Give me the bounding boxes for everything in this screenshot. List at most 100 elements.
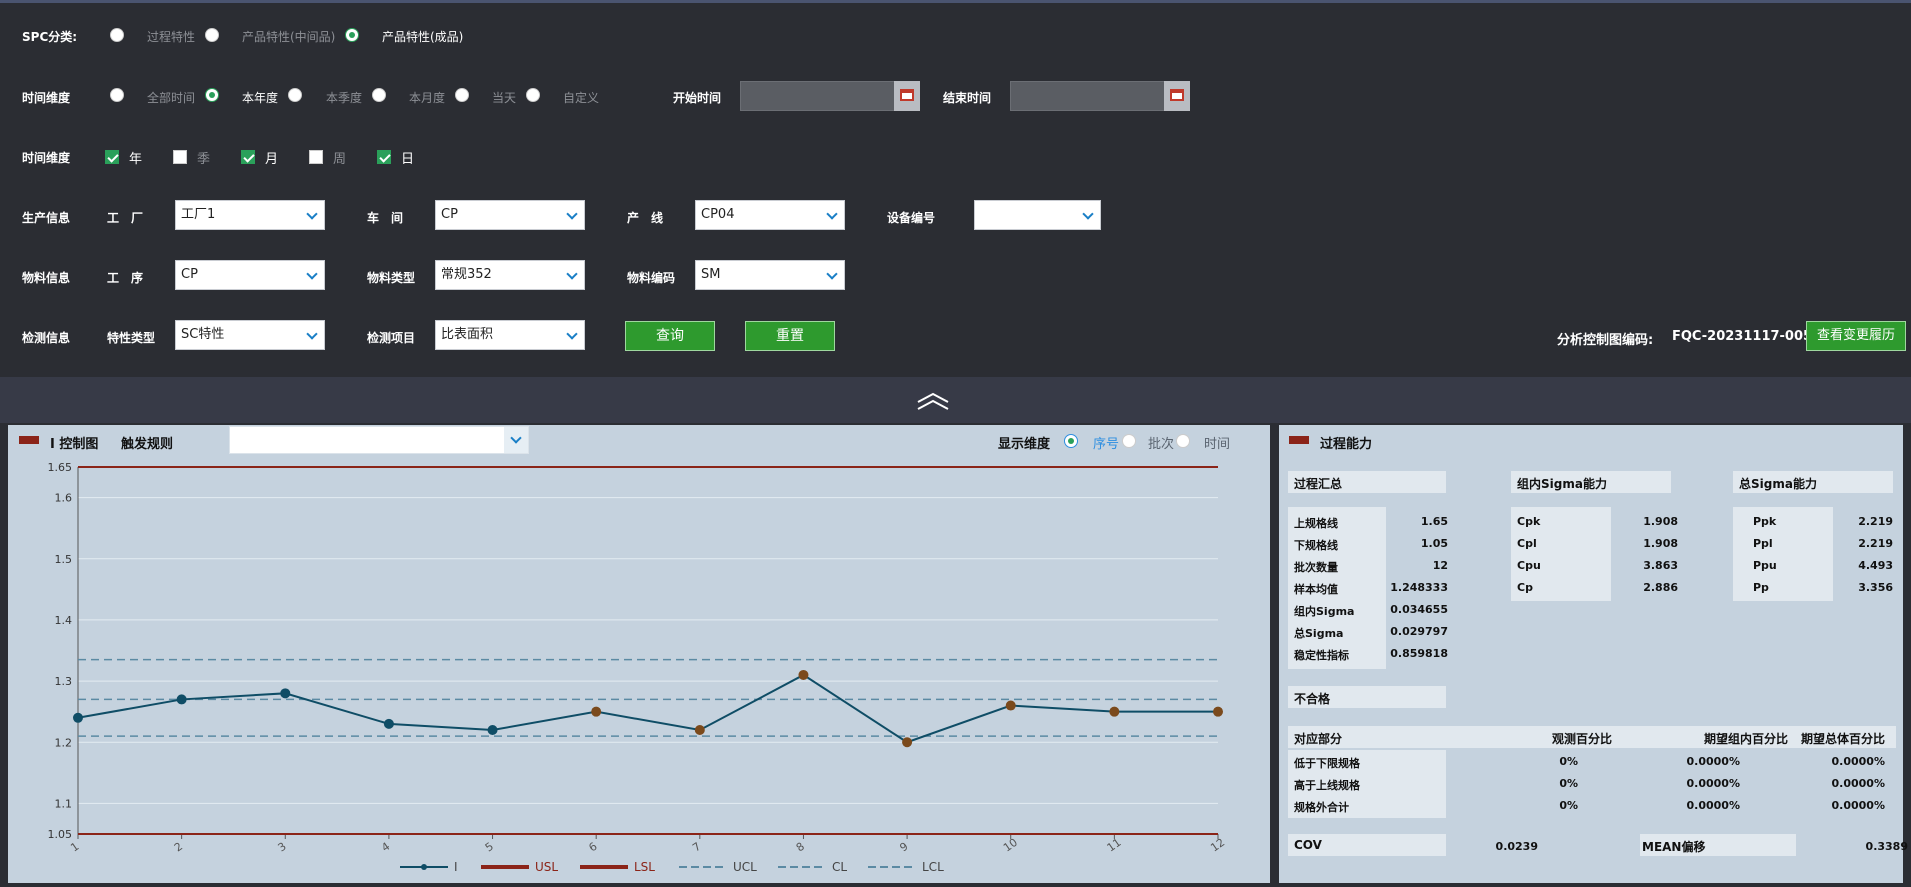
- data-point: [280, 688, 291, 699]
- spc-radio-intermediate[interactable]: [205, 28, 219, 42]
- summary-row-value: 0.859818: [1390, 647, 1448, 660]
- i-series-line: [77, 673, 1218, 744]
- checkbox-month[interactable]: [241, 150, 255, 164]
- spc-option-intermediate[interactable]: 产品特性(中间品): [242, 28, 335, 45]
- material-info-label: 物料信息: [22, 271, 71, 285]
- checkbox-year-label[interactable]: 年: [129, 148, 142, 167]
- nonconf-row-within: 0.0000%: [1686, 755, 1740, 768]
- time-option-custom[interactable]: 自定义: [563, 89, 599, 106]
- x-tick-label: 11: [1105, 836, 1124, 855]
- reset-button[interactable]: 重置: [745, 321, 835, 351]
- time-option-year[interactable]: 本年度: [242, 89, 278, 106]
- start-calendar-button[interactable]: [894, 81, 920, 111]
- overall-row-value: 2.219: [1858, 537, 1893, 550]
- factory-select[interactable]: 工厂1: [175, 200, 325, 230]
- display-radio-batch[interactable]: [1122, 434, 1136, 448]
- legend-label: I: [454, 860, 458, 874]
- workshop-select[interactable]: CP: [435, 200, 585, 230]
- time-radio-all[interactable]: [110, 88, 124, 102]
- within-row-value: 3.863: [1643, 559, 1678, 572]
- time-radio-year[interactable]: [205, 88, 219, 102]
- char-type-select-value: SC特性: [181, 327, 225, 342]
- inspection-item-select[interactable]: 比表面积: [435, 320, 585, 350]
- process-label: 工 序: [107, 271, 144, 285]
- x-tick-label: 8: [794, 840, 807, 855]
- nonconf-row-label: 低于下限规格: [1294, 757, 1360, 770]
- legend-swatch-marker: [421, 864, 427, 870]
- within-title: 组内Sigma能力: [1517, 477, 1607, 491]
- summary-row-label: 稳定性指标: [1294, 649, 1349, 662]
- inspection-info-label: 检测信息: [22, 331, 71, 345]
- time-radio-custom[interactable]: [526, 88, 540, 102]
- spc-option-process[interactable]: 过程特性: [147, 28, 195, 45]
- time-option-all[interactable]: 全部时间: [147, 89, 195, 106]
- within-row-value: 2.886: [1643, 581, 1678, 594]
- checkbox-week-label[interactable]: 周: [333, 148, 346, 167]
- chevron-down-icon: [566, 268, 578, 280]
- x-tick-label: 9: [897, 840, 910, 855]
- end-time-input[interactable]: [1010, 81, 1165, 111]
- checkbox-year[interactable]: [105, 150, 119, 164]
- nonconf-row-within: 0.0000%: [1686, 777, 1740, 790]
- checkbox-week[interactable]: [309, 150, 323, 164]
- summary-row-value: 1.248333: [1390, 581, 1448, 594]
- trigger-rule-select[interactable]: [229, 426, 529, 454]
- line-label: 产 线: [627, 211, 664, 225]
- calendar-icon: [1170, 89, 1184, 101]
- within-row-label: Cpl: [1517, 537, 1537, 550]
- device-select[interactable]: [974, 200, 1101, 230]
- nonconf-row-label: 规格外合计: [1294, 801, 1349, 814]
- checkbox-day-label[interactable]: 日: [401, 148, 414, 167]
- checkbox-quarter-label[interactable]: 季: [197, 148, 210, 167]
- start-time-input[interactable]: [740, 81, 895, 111]
- process-select[interactable]: CP: [175, 260, 325, 290]
- spc-radio-process[interactable]: [110, 28, 124, 42]
- summary-row-label: 上规格线: [1294, 517, 1338, 530]
- calendar-icon: [900, 89, 914, 101]
- process-select-value: CP: [181, 267, 198, 282]
- time-option-today[interactable]: 当天: [492, 89, 516, 106]
- time-radio-today[interactable]: [455, 88, 469, 102]
- display-option-time[interactable]: 时间: [1204, 433, 1230, 452]
- display-option-batch[interactable]: 批次: [1148, 433, 1174, 452]
- overall-title: 总Sigma能力: [1739, 477, 1817, 491]
- overall-row-label: Ppk: [1753, 515, 1777, 528]
- checkbox-quarter[interactable]: [173, 150, 187, 164]
- time-option-quarter[interactable]: 本季度: [326, 89, 362, 106]
- overall-row-value: 2.219: [1858, 515, 1893, 528]
- table-header-overall: 期望总体百分比: [1801, 732, 1886, 746]
- chevron-down-icon: [826, 268, 838, 280]
- end-calendar-button[interactable]: [1164, 81, 1190, 111]
- overall-row-label: Pp: [1753, 581, 1769, 594]
- y-tick-label: 1.65: [48, 461, 73, 474]
- y-tick-label: 1.1: [55, 797, 73, 810]
- x-tick-label: 2: [172, 840, 185, 855]
- control-chart: 1.051.11.21.31.41.51.61.651 2 3 4 5 6 7 8 9 10 11 1…: [48, 461, 1228, 874]
- view-history-button[interactable]: 查看变更履历: [1806, 321, 1906, 351]
- display-option-seq[interactable]: 序号: [1093, 433, 1119, 452]
- data-point: [73, 712, 83, 723]
- nonconf-row-label: 高于上线规格: [1294, 779, 1360, 792]
- chevron-down-icon: [306, 328, 318, 340]
- summary-row-value: 0.029797: [1390, 625, 1448, 638]
- display-radio-seq[interactable]: [1064, 434, 1078, 448]
- checkbox-month-label[interactable]: 月: [265, 148, 278, 167]
- time-radio-quarter[interactable]: [288, 88, 302, 102]
- spc-radio-finished[interactable]: [345, 28, 359, 42]
- table-header-observed: 观测百分比: [1552, 732, 1613, 746]
- y-tick-label: 1.5: [55, 553, 73, 566]
- checkbox-day[interactable]: [377, 150, 391, 164]
- time-option-month[interactable]: 本月度: [409, 89, 445, 106]
- table-header-part: 对应部分: [1294, 732, 1343, 746]
- material-code-select[interactable]: SM: [695, 260, 845, 290]
- char-type-select[interactable]: SC特性: [175, 320, 325, 350]
- x-tick-label: 1: [68, 840, 81, 855]
- collapse-up-icon[interactable]: [915, 391, 951, 411]
- material-type-select[interactable]: 常规352: [435, 260, 585, 290]
- time-radio-month[interactable]: [372, 88, 386, 102]
- display-radio-time[interactable]: [1176, 434, 1190, 448]
- line-select[interactable]: CP04: [695, 200, 845, 230]
- overall-row-label: Ppl: [1753, 537, 1773, 550]
- query-button[interactable]: 查询: [625, 321, 715, 351]
- spc-option-finished[interactable]: 产品特性(成品): [382, 28, 463, 45]
